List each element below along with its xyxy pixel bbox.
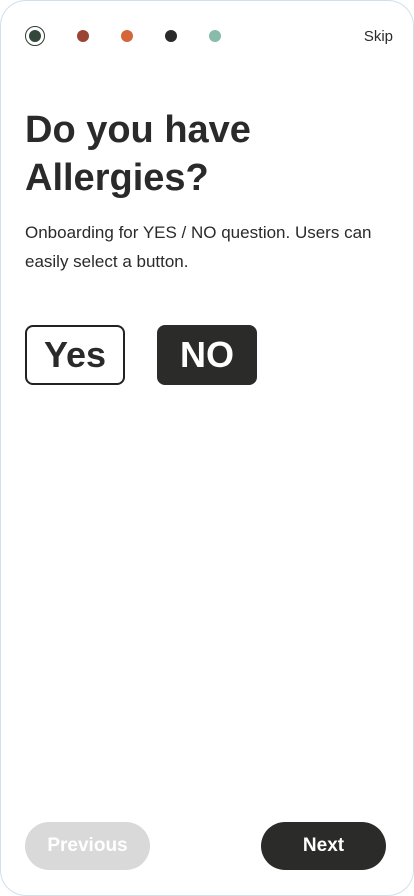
progress-dot-1-inner bbox=[29, 30, 41, 42]
previous-button[interactable]: Previous bbox=[25, 822, 150, 870]
progress-dot-1[interactable] bbox=[25, 26, 45, 46]
progress-dot-2[interactable] bbox=[77, 30, 89, 42]
progress-indicator bbox=[25, 26, 253, 46]
page-subtitle: Onboarding for YES / NO question. Users … bbox=[25, 223, 372, 271]
progress-dot-4[interactable] bbox=[165, 30, 177, 42]
progress-dot-5[interactable] bbox=[209, 30, 221, 42]
page-title: Do you have Allergies? bbox=[25, 109, 251, 199]
yes-button[interactable]: Yes bbox=[25, 325, 125, 385]
next-button[interactable]: Next bbox=[261, 822, 386, 870]
progress-dot-3[interactable] bbox=[121, 30, 133, 42]
skip-button[interactable]: Skip bbox=[364, 28, 393, 45]
no-button[interactable]: NO bbox=[157, 325, 257, 385]
